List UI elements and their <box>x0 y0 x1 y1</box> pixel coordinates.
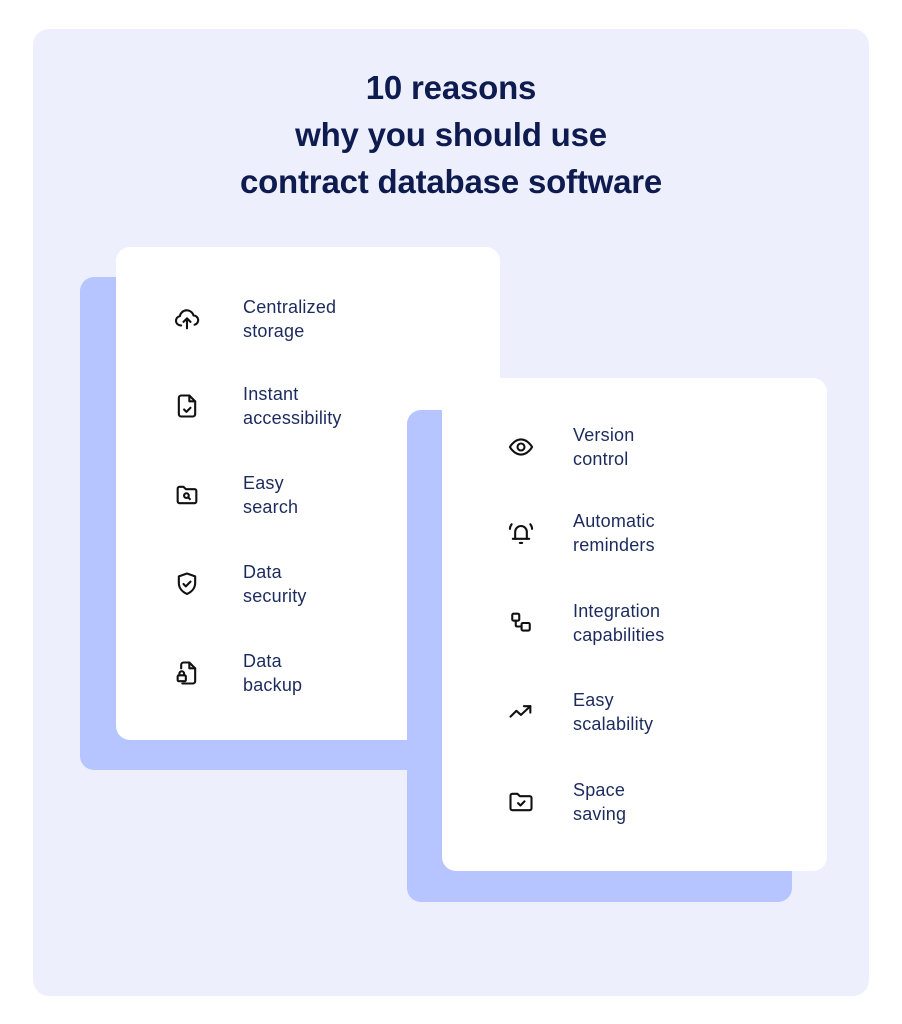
reason-item: Data security <box>172 560 307 608</box>
file-lock-icon <box>172 658 202 688</box>
reason-item: Instant accessibility <box>172 382 342 430</box>
reason-label: Instant accessibility <box>243 382 342 430</box>
folder-check-icon <box>506 787 536 817</box>
reason-label: Data security <box>243 560 307 608</box>
reason-item: Centralized storage <box>172 295 336 343</box>
reason-label-line-1: Automatic <box>573 511 655 531</box>
reason-label-line-2: control <box>573 449 629 469</box>
reason-label: Centralized storage <box>243 295 336 343</box>
shield-check-icon <box>172 569 202 599</box>
bell-ringing-icon <box>506 518 536 548</box>
reason-label-line-1: Version <box>573 425 635 445</box>
reason-item: Easy search <box>172 471 298 519</box>
eye-icon <box>506 432 536 462</box>
reason-label-line-2: search <box>243 497 299 517</box>
reason-label-line-1: Data <box>243 651 282 671</box>
folder-search-icon <box>172 480 202 510</box>
workflow-icon <box>506 608 536 638</box>
reason-label-line-2: accessibility <box>243 408 342 428</box>
reason-label-line-2: saving <box>573 804 627 824</box>
reason-label: Easy search <box>243 471 298 519</box>
reason-label-line-2: storage <box>243 321 305 341</box>
title-line-2: why you should use <box>295 116 607 153</box>
title-line-3: contract database software <box>239 163 663 200</box>
reason-label: Space saving <box>573 778 626 826</box>
page-title: 10 reasons why you should use contract d… <box>0 64 902 205</box>
reason-label-line-1: Easy <box>243 473 284 493</box>
reason-label-line-2: capabilities <box>573 625 665 645</box>
reason-label: Data backup <box>243 649 302 697</box>
reason-label-line-1: Space <box>573 780 626 800</box>
reason-item: Integration capabilities <box>506 599 664 647</box>
trending-up-icon <box>506 697 536 727</box>
reason-label: Version control <box>573 423 634 471</box>
file-check-icon <box>172 391 202 421</box>
reason-item: Data backup <box>172 649 302 697</box>
reason-label-line-2: scalability <box>573 714 654 734</box>
reason-label-line-2: security <box>243 586 307 606</box>
reason-label-line-1: Data <box>243 562 282 582</box>
right-reasons-card: Version control Automatic reminders Inte… <box>442 378 827 871</box>
title-line-1: 10 reasons <box>365 69 537 106</box>
cloud-upload-icon <box>172 304 202 334</box>
reason-item: Easy scalability <box>506 688 653 736</box>
reason-label-line-1: Centralized <box>243 297 337 317</box>
reason-label: Integration capabilities <box>573 599 664 647</box>
reason-item: Automatic reminders <box>506 509 655 557</box>
reason-item: Space saving <box>506 778 626 826</box>
reason-label-line-1: Easy <box>573 690 614 710</box>
reason-label-line-1: Integration <box>573 601 661 621</box>
reason-label-line-1: Instant <box>243 384 299 404</box>
reason-label: Easy scalability <box>573 688 653 736</box>
reason-label: Automatic reminders <box>573 509 655 557</box>
reason-label-line-2: reminders <box>573 535 655 555</box>
reason-item: Version control <box>506 423 634 471</box>
reason-label-line-2: backup <box>243 675 303 695</box>
